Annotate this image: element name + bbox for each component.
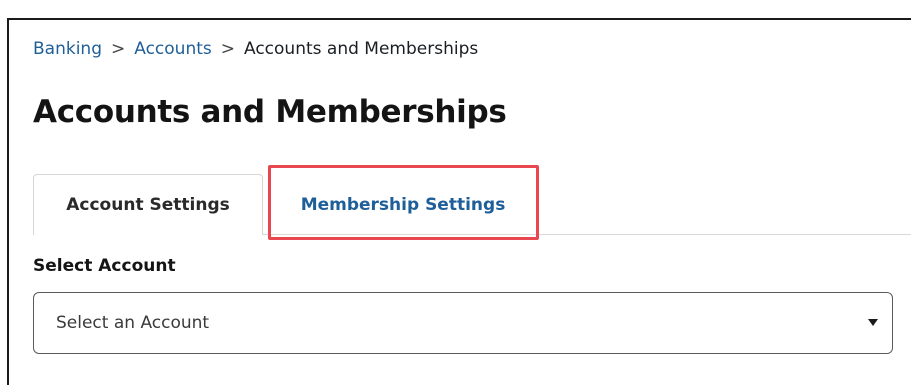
tab-account-settings[interactable]: Account Settings bbox=[33, 174, 263, 235]
tab-membership-settings-label: Membership Settings bbox=[300, 194, 506, 215]
select-account-label: Select Account bbox=[33, 256, 176, 276]
tab-account-settings-label: Account Settings bbox=[66, 195, 230, 215]
breadcrumb-current: Accounts and Memberships bbox=[244, 39, 479, 59]
cropped-heading-text bbox=[358, 0, 367, 16]
breadcrumb-separator: > bbox=[220, 39, 235, 59]
breadcrumb-banking-link[interactable]: Banking bbox=[33, 39, 102, 59]
breadcrumb: Banking > Accounts > Accounts and Membership… bbox=[33, 39, 478, 59]
caret-down-icon bbox=[868, 319, 878, 326]
account-select-placeholder: Select an Account bbox=[56, 313, 210, 333]
page-title: Accounts and Memberships bbox=[33, 94, 507, 130]
breadcrumb-separator: > bbox=[111, 39, 126, 59]
breadcrumb-accounts-link[interactable]: Accounts bbox=[134, 39, 212, 59]
cropped-heading-strip bbox=[0, 0, 911, 18]
tab-membership-settings[interactable]: Membership Settings bbox=[268, 174, 538, 235]
account-select[interactable]: Select an Account bbox=[33, 292, 893, 354]
